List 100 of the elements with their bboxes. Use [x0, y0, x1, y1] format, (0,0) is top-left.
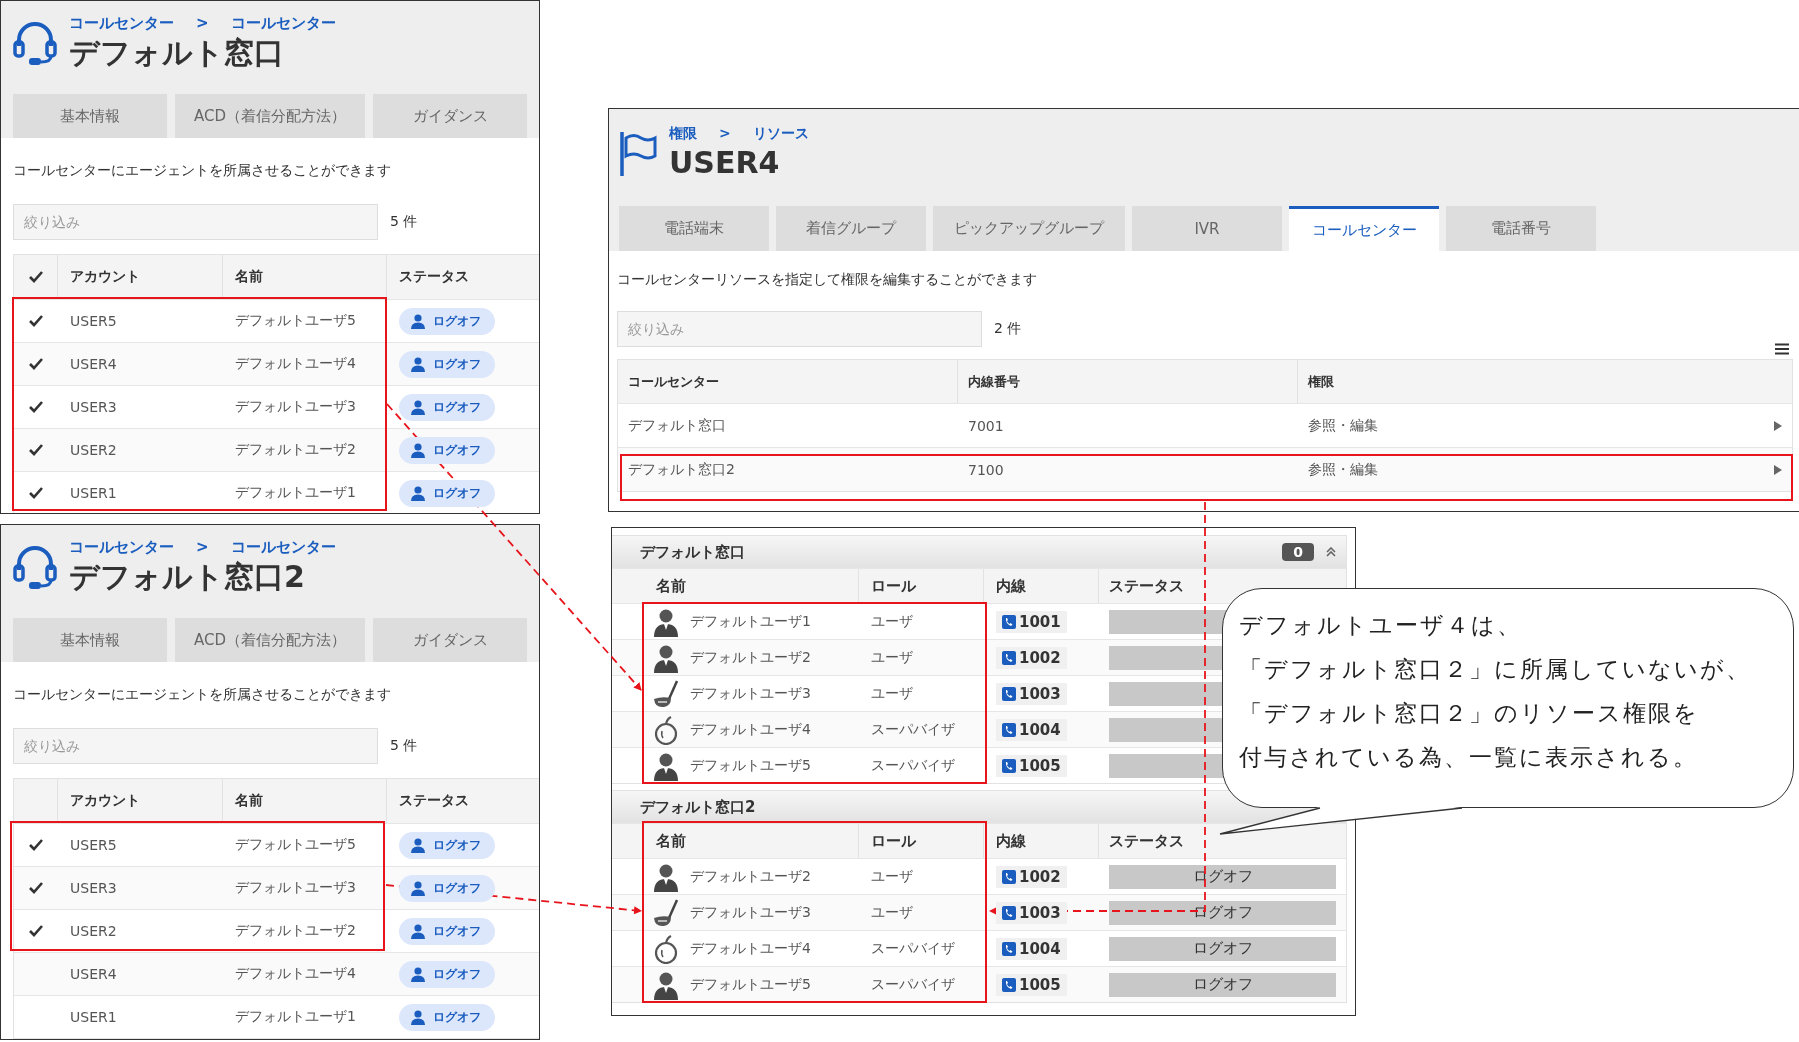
- check-icon[interactable]: [28, 357, 44, 371]
- column-header: ロール: [871, 576, 916, 596]
- breadcrumb-link[interactable]: コールセンター: [230, 13, 336, 33]
- expand-arrow-icon[interactable]: [1774, 464, 1782, 475]
- breadcrumb-link[interactable]: リソース: [752, 123, 809, 143]
- name-cell: デフォルトユーザ3: [235, 398, 356, 416]
- description-text: コールセンターにエージェントを所属させることができます: [13, 161, 392, 180]
- tab[interactable]: IVR: [1132, 206, 1282, 251]
- status-bar: ログオフ: [1109, 864, 1336, 889]
- breadcrumb-link[interactable]: 権限: [669, 123, 697, 143]
- phone-icon: [1002, 758, 1016, 773]
- permission-cell: 参照・編集: [1308, 460, 1378, 477]
- page-title: デフォルト窓口: [69, 34, 285, 72]
- flag-icon: [619, 130, 657, 176]
- status-badge: ログオフ: [399, 874, 495, 902]
- check-icon[interactable]: [28, 838, 44, 852]
- tab[interactable]: ACD（着信分配方法）: [175, 618, 365, 662]
- tab[interactable]: 基本情報: [13, 618, 167, 662]
- account-cell: USER2: [70, 442, 117, 458]
- person-icon: [411, 485, 425, 501]
- role-cell: スーパバイザ: [871, 975, 955, 994]
- status-badge: ログオフ: [399, 393, 495, 421]
- name-cell: デフォルトユーザ1: [235, 1008, 356, 1026]
- extension-cell: 7100: [968, 461, 1004, 478]
- column-header: ステータス: [399, 792, 469, 808]
- phone-icon: [1002, 686, 1016, 701]
- role-cell: ユーザ: [871, 612, 913, 631]
- extension-chip: 1002: [996, 646, 1067, 669]
- member-name: デフォルトユーザ2: [690, 648, 811, 667]
- group-title: デフォルト窓口2: [640, 797, 756, 817]
- check-icon[interactable]: [28, 881, 44, 895]
- check-icon[interactable]: [28, 400, 44, 414]
- apple-icon: [652, 714, 680, 745]
- tab[interactable]: ガイダンス: [373, 618, 527, 662]
- group-title: デフォルト窓口: [640, 542, 745, 562]
- name-cell: デフォルトユーザ2: [235, 922, 356, 940]
- filter-field[interactable]: 絞り込み: [617, 311, 982, 347]
- collapse-icon[interactable]: [1326, 547, 1336, 557]
- description-text: コールセンターにエージェントを所属させることができます: [13, 685, 392, 704]
- tab[interactable]: ACD（着信分配方法）: [175, 94, 365, 138]
- person-icon: [411, 837, 425, 853]
- breadcrumb-link[interactable]: コールセンター: [69, 537, 174, 557]
- page-title: デフォルト窓口2: [69, 558, 306, 596]
- column-header: 内線: [996, 576, 1026, 596]
- description-text: コールセンターリソースを指定して権限を編集することができます: [617, 270, 1038, 289]
- extension-chip: 1002: [996, 865, 1067, 888]
- check-icon[interactable]: [27, 270, 44, 284]
- role-cell: ユーザ: [871, 903, 913, 922]
- breadcrumb-separator: >: [196, 13, 209, 33]
- tab[interactable]: ガイダンス: [373, 94, 527, 138]
- call-center-cell: デフォルト窓口2: [628, 460, 735, 479]
- role-cell: ユーザ: [871, 867, 913, 886]
- person-icon: [411, 313, 425, 329]
- check-icon[interactable]: [28, 314, 44, 328]
- name-cell: デフォルトユーザ4: [235, 965, 356, 983]
- status-badge: ログオフ: [399, 436, 495, 464]
- filter-field[interactable]: 絞り込み: [13, 728, 378, 764]
- member-name: デフォルトユーザ1: [690, 612, 811, 631]
- column-header: 権限: [1308, 373, 1334, 389]
- column-header: ステータス: [1109, 576, 1184, 596]
- tab[interactable]: ピックアップグループ: [933, 206, 1125, 251]
- status-badge: ログオフ: [399, 479, 495, 507]
- tab[interactable]: 基本情報: [13, 94, 167, 138]
- phone-icon: [1002, 650, 1016, 665]
- check-icon[interactable]: [28, 924, 44, 938]
- extension-chip: 1005: [996, 754, 1067, 777]
- tab[interactable]: コールセンター: [1289, 206, 1439, 251]
- breadcrumb-link[interactable]: コールセンター: [230, 537, 336, 557]
- status-badge: ログオフ: [399, 350, 495, 378]
- column-header: 内線番号: [968, 372, 1020, 391]
- name-cell: デフォルトユーザ3: [235, 879, 356, 897]
- person-icon: [411, 923, 425, 939]
- column-header: コールセンター: [628, 372, 719, 391]
- tab[interactable]: 電話番号: [1446, 206, 1596, 251]
- breadcrumb-link[interactable]: コールセンター: [69, 13, 174, 33]
- tab[interactable]: 電話端末: [619, 206, 769, 251]
- status-badge: ログオフ: [399, 307, 495, 335]
- extension-chip: 1003: [996, 682, 1067, 705]
- tab[interactable]: 着信グループ: [776, 206, 926, 251]
- menu-icon[interactable]: [1775, 343, 1789, 355]
- member-name: デフォルトユーザ5: [690, 756, 811, 775]
- extension-chip: 1004: [996, 718, 1067, 741]
- column-header: アカウント: [70, 268, 140, 286]
- check-icon[interactable]: [28, 486, 44, 500]
- phone-icon: [1002, 941, 1016, 956]
- column-header: アカウント: [70, 792, 140, 810]
- headset-icon: [13, 544, 57, 590]
- call-center-cell: デフォルト窓口: [628, 416, 726, 435]
- role-cell: スーパバイザ: [871, 720, 955, 739]
- person-icon: [411, 1009, 425, 1025]
- check-icon[interactable]: [28, 443, 44, 457]
- expand-arrow-icon[interactable]: [1774, 420, 1782, 431]
- breadcrumb-separator: >: [719, 124, 731, 143]
- column-header: ステータス: [1109, 831, 1184, 851]
- group-header[interactable]: デフォルト窓口 0: [612, 536, 1346, 568]
- filter-field[interactable]: 絞り込み: [13, 204, 378, 240]
- status-bar: ログオフ: [1109, 972, 1336, 997]
- result-count: 2 件: [994, 320, 1022, 338]
- person-icon: [411, 399, 425, 415]
- account-cell: USER3: [70, 880, 117, 896]
